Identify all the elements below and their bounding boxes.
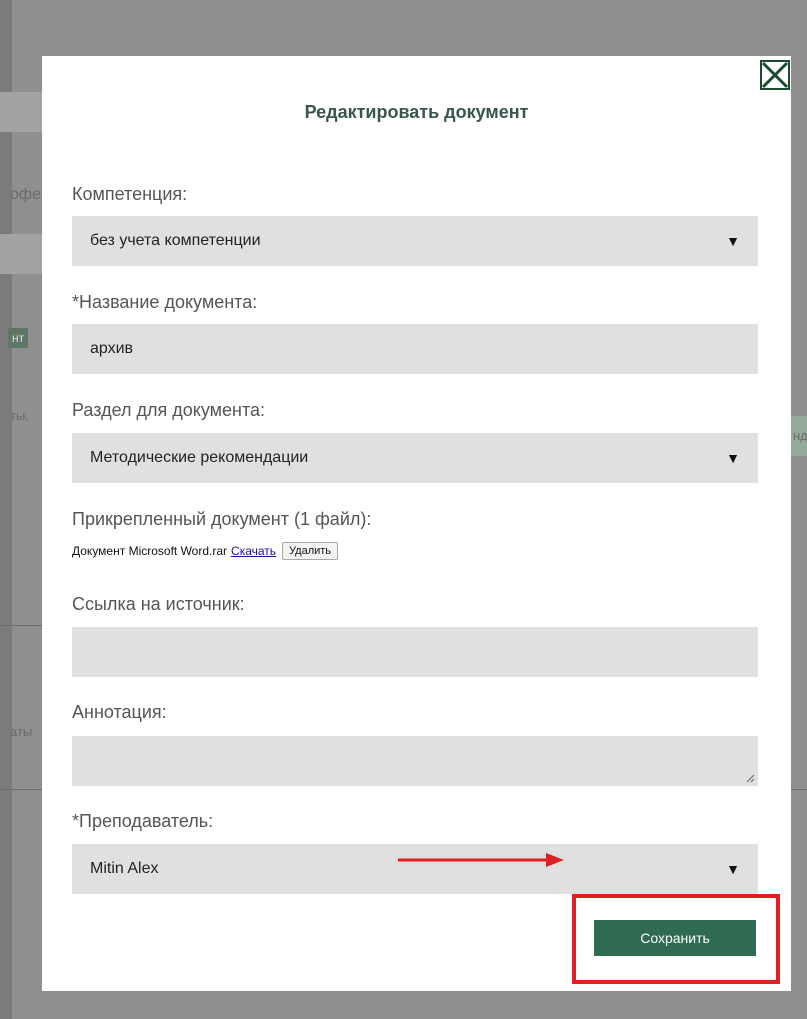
background-tag: нт	[8, 328, 29, 348]
attachment-row: Документ Microsoft Word.rar Скачать Удал…	[72, 542, 339, 560]
annotation-textarea[interactable]	[72, 736, 758, 786]
resize-handle-icon[interactable]	[745, 773, 755, 783]
competence-label: Компетенция:	[72, 184, 188, 204]
background-divider	[791, 789, 807, 790]
source-link-label: Ссылка на источник:	[72, 594, 245, 614]
attachment-file-name: Документ Microsoft Word.rar	[72, 544, 228, 558]
section-select[interactable]: Методические рекомендации ▼	[72, 433, 758, 483]
attachment-label: Прикрепленный документ (1 файл):	[72, 509, 372, 529]
background-text: нд	[793, 428, 807, 443]
close-icon	[760, 60, 790, 90]
section-value: Методические рекомендации	[90, 449, 309, 466]
background-divider	[0, 625, 42, 626]
background-text: офе	[10, 186, 41, 203]
delete-file-button[interactable]: Удалить	[282, 542, 339, 560]
download-link[interactable]: Скачать	[231, 544, 276, 558]
chevron-down-icon: ▼	[726, 233, 740, 249]
modal-title: Редактировать документ	[304, 102, 529, 122]
close-button[interactable]	[760, 60, 790, 90]
competence-select[interactable]: без учета компетенции ▼	[72, 216, 758, 266]
background-text: ты,	[10, 408, 29, 423]
annotation-label: Аннотация:	[72, 702, 167, 722]
background-text: аты	[10, 724, 33, 739]
section-label: Раздел для документа:	[72, 400, 266, 420]
chevron-down-icon: ▼	[726, 450, 740, 466]
background-bar	[0, 92, 42, 132]
teacher-value: Mitin Alex	[90, 860, 159, 877]
teacher-label: *Преподаватель:	[72, 811, 214, 831]
doc-name-input[interactable]: архив	[72, 324, 758, 374]
source-link-input[interactable]	[72, 627, 758, 677]
doc-name-label: *Название документа:	[72, 292, 258, 312]
competence-value: без учета компетенции	[90, 232, 261, 249]
background-left-edge	[0, 0, 12, 1019]
arrow-right-icon	[398, 853, 564, 867]
chevron-down-icon: ▼	[726, 861, 740, 877]
background-divider	[0, 789, 42, 790]
background-bar	[0, 234, 42, 274]
highlight-box	[572, 894, 780, 984]
